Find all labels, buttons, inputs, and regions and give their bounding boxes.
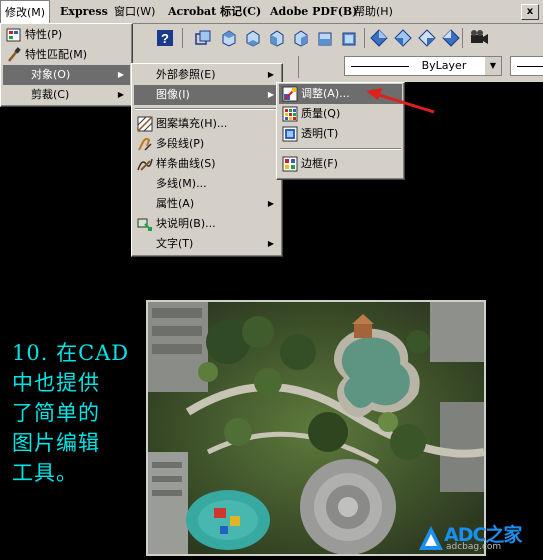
linetype-combo[interactable]: ByLayer ▼ (344, 56, 502, 76)
menu-item-polyline[interactable]: 多段线(P) (134, 134, 280, 154)
menu-bar: 修改(M) Express 窗口(W) Acrobat 标记(C) Adobe … (0, 0, 543, 24)
chevron-right-icon: ▶ (267, 90, 274, 99)
transparency-icon (282, 126, 298, 142)
ucs-icon[interactable] (194, 29, 212, 47)
spline-icon (137, 158, 153, 171)
close-icon: x (526, 6, 534, 17)
caption-text: 10. 在CAD 中也提供 了简单的 图片编辑 工具。 (12, 341, 130, 485)
iso-ne-icon[interactable] (418, 29, 436, 47)
menu-item-hatch[interactable]: 图案填充(H)... (134, 114, 280, 134)
menu-window[interactable]: 窗口(W) (110, 0, 159, 23)
menu-separator (135, 108, 279, 110)
view-top-icon[interactable] (220, 29, 238, 47)
chevron-right-icon: ▶ (267, 70, 274, 79)
help-icon[interactable]: ? (156, 29, 174, 47)
iso-sw-icon[interactable] (370, 29, 388, 47)
chevron-right-icon: ▶ (117, 70, 124, 79)
object-submenu: 外部参照(E) ▶ 图像(I) ▶ 图案填充(H)... 多段线(P) 样条曲线… (131, 63, 283, 257)
linetype-value: ByLayer (421, 59, 467, 72)
block-description-icon (137, 218, 152, 231)
menu-item-block-description[interactable]: 块说明(B)... (134, 214, 280, 234)
lineweight-combo[interactable] (510, 56, 543, 76)
menu-separator (280, 148, 401, 150)
aerial-garden-photo (146, 300, 486, 556)
menu-item-spline[interactable]: 样条曲线(S) (134, 154, 280, 174)
view-right-icon[interactable] (292, 29, 310, 47)
view-left-icon[interactable] (268, 29, 286, 47)
site-logo-icon (419, 526, 443, 550)
frame-icon (282, 156, 298, 172)
menu-adobe-pdf[interactable]: Adobe PDF(B) (266, 0, 361, 23)
menu-item-attribute[interactable]: 属性(A) ▶ (134, 194, 280, 214)
aerial-photo-image (148, 302, 484, 554)
menu-item-image[interactable]: 图像(I) ▶ (134, 85, 280, 105)
menu-item-match-properties[interactable]: 特性匹配(M) (3, 45, 130, 65)
chevron-right-icon: ▶ (267, 239, 274, 248)
iso-se-icon[interactable] (394, 29, 412, 47)
modify-menu: 特性(P) 特性匹配(M) 对象(O) ▶ 剪裁(C) ▶ (0, 23, 133, 107)
svg-text:?: ? (161, 31, 169, 46)
image-quality-icon (282, 106, 298, 122)
menu-help[interactable]: 帮助(H) (350, 0, 397, 23)
lineweight-sample (517, 66, 543, 67)
view-front-icon[interactable] (316, 29, 334, 47)
toolbar-row-1: ? (130, 24, 543, 52)
properties-icon (6, 28, 21, 42)
menu-item-clip[interactable]: 剪裁(C) ▶ (3, 85, 130, 105)
image-adjust-icon (282, 86, 298, 102)
toolbar-separator (298, 56, 299, 78)
hatch-icon (137, 116, 153, 132)
toolbar-separator (462, 28, 463, 48)
chevron-right-icon: ▶ (267, 199, 274, 208)
menu-item-xref[interactable]: 外部参照(E) ▶ (134, 65, 280, 85)
chevron-right-icon: ▶ (117, 90, 124, 99)
close-document-button[interactable]: x (521, 4, 539, 20)
toolbar-separator (364, 28, 365, 48)
annotation-arrow (366, 88, 435, 114)
menu-acrobat-markup[interactable]: Acrobat 标记(C) (164, 0, 265, 23)
menu-item-object[interactable]: 对象(O) ▶ (3, 65, 130, 85)
site-watermark: ADC之家 adcbag.com (418, 522, 542, 554)
menu-item-properties[interactable]: 特性(P) (3, 25, 130, 45)
camera-icon[interactable] (468, 29, 490, 47)
menu-modify[interactable]: 修改(M) (0, 0, 51, 23)
view-back-icon[interactable] (340, 29, 358, 47)
linetype-sample (351, 66, 409, 67)
menu-item-multiline[interactable]: 多线(M)... (134, 174, 280, 194)
menu-item-frame[interactable]: 边框(F) (279, 154, 402, 174)
menu-item-transparency[interactable]: 透明(T) (279, 124, 402, 144)
menu-express[interactable]: Express (56, 0, 112, 23)
polyline-icon (138, 137, 152, 151)
iso-nw-icon[interactable] (442, 29, 460, 47)
chevron-down-icon[interactable]: ▼ (484, 57, 501, 75)
menu-item-text[interactable]: 文字(T) ▶ (134, 234, 280, 254)
view-bottom-icon[interactable] (244, 29, 262, 47)
toolbar-separator (182, 28, 183, 48)
match-properties-icon (8, 47, 21, 62)
